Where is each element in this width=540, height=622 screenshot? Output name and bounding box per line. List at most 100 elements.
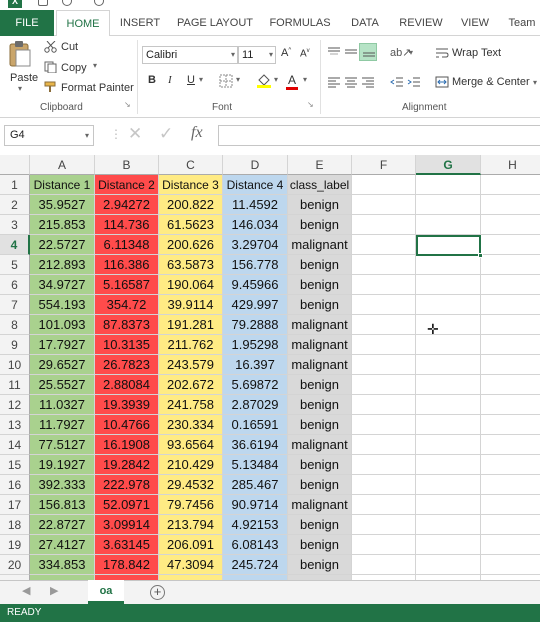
top-align-icon[interactable] [327,46,341,58]
distance-cell[interactable]: 26.7823 [95,355,159,375]
row-header[interactable]: 3 [0,215,30,235]
cancel-entry-icon[interactable]: ✕ [128,124,142,144]
distance-cell[interactable]: 79.2888 [223,315,288,335]
redo-icon[interactable] [94,0,104,6]
tab-home[interactable]: HOME [56,10,110,37]
empty-cell[interactable] [416,475,481,495]
distance-cell[interactable]: 206.091 [159,535,223,555]
distance-cell[interactable]: 87.8373 [95,315,159,335]
borders-icon[interactable] [219,74,233,88]
increase-indent-icon[interactable] [407,76,421,88]
distance-cell[interactable]: 61.5623 [159,215,223,235]
empty-cell[interactable] [352,515,416,535]
borders-dropdown-icon[interactable]: ▾ [236,75,240,84]
empty-cell[interactable] [481,235,540,255]
class-label-cell[interactable]: benign [288,455,352,475]
increase-font-size-icon[interactable]: A^ [281,47,291,59]
decrease-font-size-icon[interactable]: Av [300,48,310,59]
row-header[interactable]: 1 [0,175,30,195]
row-header[interactable]: 20 [0,555,30,575]
distance-cell[interactable]: 101.093 [30,315,95,335]
save-icon[interactable] [38,0,48,6]
row-header[interactable]: 19 [0,535,30,555]
insert-function-icon[interactable]: fx [191,124,203,142]
tab-team[interactable]: Team [504,10,540,36]
empty-cell[interactable] [481,435,540,455]
decrease-indent-icon[interactable] [390,76,404,88]
distance-cell[interactable]: 17.7927 [30,335,95,355]
distance-cell[interactable]: 210.429 [159,455,223,475]
empty-cell[interactable] [352,295,416,315]
fill-color-icon[interactable] [256,72,272,88]
distance-cell[interactable]: 63.5873 [159,255,223,275]
empty-cell[interactable] [352,175,416,195]
fill-color-dropdown-icon[interactable]: ▾ [274,75,278,84]
distance-cell[interactable]: 156.813 [30,495,95,515]
tab-file[interactable]: FILE [0,10,54,36]
distance-cell[interactable]: 93.6564 [159,435,223,455]
empty-cell[interactable] [481,495,540,515]
distance-cell[interactable]: 10.3135 [95,335,159,355]
paste-icon[interactable] [8,40,32,68]
header-cell[interactable]: Distance 1 [30,175,95,195]
row-header[interactable]: 7 [0,295,30,315]
empty-cell[interactable] [352,415,416,435]
font-color-icon[interactable]: A [288,73,296,87]
distance-cell[interactable]: 2.87029 [223,395,288,415]
formula-input[interactable] [218,125,540,146]
wrap-text-icon[interactable] [435,47,449,59]
prev-sheet-icon[interactable]: ◀ [22,584,30,597]
middle-align-icon[interactable] [344,46,358,58]
empty-cell[interactable] [352,195,416,215]
tab-review[interactable]: REVIEW [396,10,446,36]
class-label-cell[interactable]: benign [288,535,352,555]
copy-button[interactable]: Copy [61,62,87,74]
merge-center-dropdown-icon[interactable]: ▾ [533,78,537,87]
distance-cell[interactable]: 11.4592 [223,195,288,215]
empty-cell[interactable] [352,275,416,295]
header-cell[interactable]: Distance 4 [223,175,288,195]
class-label-cell[interactable]: benign [288,275,352,295]
empty-cell[interactable] [352,535,416,555]
distance-cell[interactable]: 5.69872 [223,375,288,395]
distance-cell[interactable]: 156.778 [223,255,288,275]
distance-cell[interactable]: 190.064 [159,275,223,295]
distance-cell[interactable]: 212.893 [30,255,95,275]
row-header[interactable]: 15 [0,455,30,475]
row-header[interactable]: 12 [0,395,30,415]
distance-cell[interactable]: 3.09914 [95,515,159,535]
empty-cell[interactable] [416,375,481,395]
row-header[interactable]: 16 [0,475,30,495]
distance-cell[interactable]: 230.334 [159,415,223,435]
sheet-tab-oa[interactable]: oa [88,580,124,604]
empty-cell[interactable] [416,275,481,295]
distance-cell[interactable]: 200.822 [159,195,223,215]
distance-cell[interactable]: 25.5527 [30,375,95,395]
bottom-align-button[interactable] [359,43,377,61]
empty-cell[interactable] [416,515,481,535]
distance-cell[interactable]: 19.3939 [95,395,159,415]
font-size-select[interactable]: 11 ▾ [238,46,276,64]
empty-cell[interactable] [481,335,540,355]
empty-cell[interactable] [416,355,481,375]
distance-cell[interactable]: 245.724 [223,555,288,575]
empty-cell[interactable] [481,455,540,475]
next-sheet-icon[interactable]: ▶ [50,584,58,597]
row-header[interactable]: 13 [0,415,30,435]
empty-cell[interactable] [352,395,416,415]
font-color-dropdown-icon[interactable]: ▾ [303,75,307,84]
empty-cell[interactable] [416,455,481,475]
row-header[interactable]: 2 [0,195,30,215]
cut-button[interactable]: Cut [61,41,78,53]
font-launcher-icon[interactable]: ↘ [307,100,314,109]
header-cell[interactable]: Distance 2 [95,175,159,195]
distance-cell[interactable]: 241.758 [159,395,223,415]
header-cell[interactable]: class_label [288,175,352,195]
empty-cell[interactable] [481,315,540,335]
distance-cell[interactable]: 35.9527 [30,195,95,215]
distance-cell[interactable]: 211.762 [159,335,223,355]
distance-cell[interactable]: 22.5727 [30,235,95,255]
empty-cell[interactable] [352,355,416,375]
row-header[interactable]: 9 [0,335,30,355]
row-header[interactable]: 6 [0,275,30,295]
